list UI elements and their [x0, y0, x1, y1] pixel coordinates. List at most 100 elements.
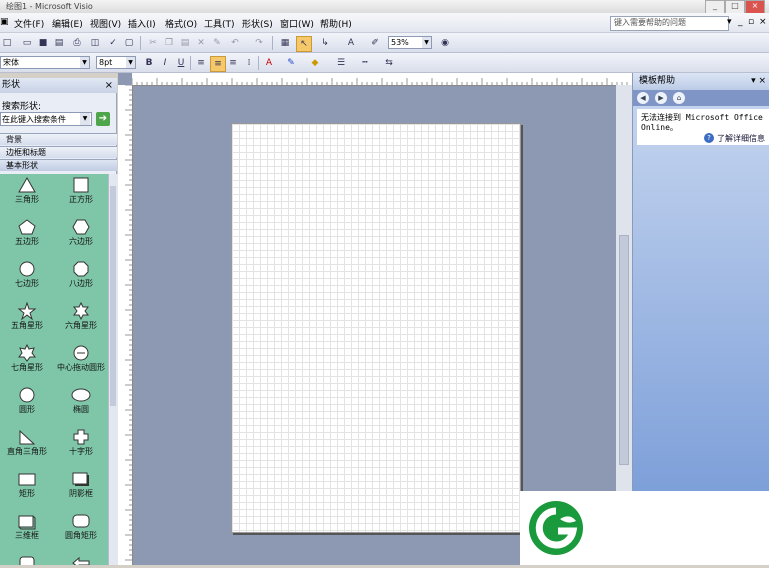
- help-dropdown-icon[interactable]: ▾: [727, 17, 732, 27]
- app-icon[interactable]: ▣: [0, 17, 9, 27]
- shape-five-point-star[interactable]: 五角星形: [0, 300, 54, 340]
- spelling-icon[interactable]: ✓: [106, 36, 120, 50]
- shape-rounded-rectangle[interactable]: 圆角矩形: [54, 510, 108, 550]
- maximize-button[interactable]: □: [725, 0, 745, 14]
- close-button[interactable]: ×: [745, 0, 765, 14]
- stencil-tab-backgrounds[interactable]: 背景: [0, 133, 117, 145]
- learn-more-link[interactable]: 了解详细信息: [717, 133, 765, 144]
- shape-shadow-box[interactable]: 阴影框: [54, 468, 108, 508]
- align-center-icon[interactable]: ≡: [210, 56, 226, 72]
- search-go-button[interactable]: ➔: [96, 112, 110, 126]
- menu-edit[interactable]: 编辑(E): [52, 17, 83, 30]
- connector-tool-icon[interactable]: ↳: [318, 36, 332, 50]
- cut-icon[interactable]: ✂: [146, 36, 160, 50]
- pointer-tool-icon[interactable]: ↖: [296, 36, 312, 52]
- align-left-icon[interactable]: ≡: [194, 56, 208, 70]
- shape-pentagon[interactable]: 五边形: [0, 216, 54, 256]
- menu-shape[interactable]: 形状(S): [242, 17, 273, 30]
- shape-rectangle[interactable]: 矩形: [0, 468, 54, 508]
- line-weight-icon[interactable]: ☰: [334, 56, 348, 70]
- line-pattern-icon[interactable]: ┅: [358, 56, 372, 70]
- font-size-select[interactable]: 8pt ▼: [96, 56, 136, 69]
- menu-tools[interactable]: 工具(T): [204, 17, 235, 30]
- shape-label: 三维框: [15, 531, 39, 540]
- doc-close-button[interactable]: ×: [759, 17, 767, 27]
- scroll-thumb[interactable]: [110, 186, 116, 406]
- delete-icon[interactable]: ✕: [194, 36, 208, 50]
- shape-label: 三角形: [15, 195, 39, 204]
- line-ends-icon[interactable]: ⇆: [382, 56, 396, 70]
- shape-label: 圆形: [19, 405, 35, 414]
- shape-center-drag-circle[interactable]: 中心拖动圆形: [54, 342, 108, 382]
- back-icon[interactable]: ◀: [637, 92, 649, 104]
- chevron-down-icon[interactable]: ▼: [126, 57, 135, 68]
- shapes-window-icon[interactable]: ▦: [278, 36, 292, 50]
- shape-heptagon[interactable]: 七边形: [0, 258, 54, 298]
- doc-minimize-button[interactable]: _: [738, 17, 743, 27]
- shape-right-triangle[interactable]: 直角三角形: [0, 426, 54, 466]
- shape-square[interactable]: 正方形: [54, 174, 108, 214]
- shape-triangle[interactable]: 三角形: [0, 174, 54, 214]
- chevron-down-icon[interactable]: ▼: [80, 113, 90, 125]
- drawing-page[interactable]: [231, 123, 521, 533]
- shape-partial-next[interactable]: [54, 552, 108, 565]
- close-icon[interactable]: ×: [105, 78, 113, 93]
- justify-icon[interactable]: ⁞: [242, 56, 256, 70]
- shape-label: 六边形: [69, 237, 93, 246]
- new-icon[interactable]: □: [0, 36, 14, 50]
- format-painter-icon[interactable]: ✎: [210, 36, 224, 50]
- menu-window[interactable]: 窗口(W): [280, 17, 314, 30]
- align-right-icon[interactable]: ≡: [226, 56, 240, 70]
- rectangle-icon: [18, 473, 36, 486]
- stencil-tab-basic-shapes[interactable]: 基本形状: [0, 159, 117, 171]
- shape-six-point-star[interactable]: 六角星形: [54, 300, 108, 340]
- font-select[interactable]: 宋体 ▼: [0, 56, 90, 69]
- zoom-select[interactable]: 53% ▼: [388, 36, 432, 49]
- shape-seven-point-star[interactable]: 七角星形: [0, 342, 54, 382]
- help-question-input[interactable]: 键入需要帮助的问题: [610, 16, 729, 31]
- underline-button[interactable]: U: [174, 56, 188, 70]
- help-icon[interactable]: ◉: [438, 36, 452, 50]
- open-icon[interactable]: ▭: [20, 36, 34, 50]
- redo-icon[interactable]: ↷: [252, 36, 266, 50]
- bold-button[interactable]: B: [142, 56, 156, 70]
- copy-icon[interactable]: ❐: [162, 36, 176, 50]
- font-color-icon[interactable]: A: [262, 56, 276, 70]
- permission-icon[interactable]: ▤: [52, 36, 66, 50]
- print-preview-icon[interactable]: ◫: [88, 36, 102, 50]
- shape-hexagon[interactable]: 六边形: [54, 216, 108, 256]
- menu-insert[interactable]: 插入(I): [128, 17, 156, 30]
- stencil-scrollbar[interactable]: [108, 174, 118, 565]
- shape-cross[interactable]: 十字形: [54, 426, 108, 466]
- shape-partial-next[interactable]: [0, 552, 54, 565]
- stencil-tab-borders-titles[interactable]: 边框和标题: [0, 146, 117, 158]
- undo-icon[interactable]: ↶: [228, 36, 242, 50]
- paste-icon[interactable]: ▤: [178, 36, 192, 50]
- fill-color-icon[interactable]: ◆: [308, 56, 322, 70]
- research-icon[interactable]: ▢: [122, 36, 136, 50]
- forward-icon[interactable]: ▶: [655, 92, 667, 104]
- home-icon[interactable]: ⌂: [673, 92, 685, 104]
- shape-3d-box[interactable]: 三维框: [0, 510, 54, 550]
- shape-circle[interactable]: 圆形: [0, 384, 54, 424]
- menu-view[interactable]: 视图(V): [90, 17, 121, 30]
- scroll-thumb[interactable]: [619, 235, 629, 465]
- shape-octagon[interactable]: 八边形: [54, 258, 108, 298]
- close-icon[interactable]: ▾ ×: [751, 73, 766, 90]
- text-tool-icon[interactable]: A: [344, 36, 358, 50]
- italic-button[interactable]: I: [158, 56, 172, 70]
- menu-format[interactable]: 格式(O): [165, 17, 197, 30]
- doc-restore-button[interactable]: ▫: [748, 17, 754, 27]
- drawing-tools-icon[interactable]: ✐: [368, 36, 382, 50]
- save-icon[interactable]: ■: [36, 36, 50, 50]
- print-icon[interactable]: ⎙: [70, 36, 84, 50]
- chevron-down-icon[interactable]: ▼: [422, 37, 431, 48]
- menu-help[interactable]: 帮助(H): [320, 17, 352, 30]
- minimize-button[interactable]: _: [705, 0, 725, 14]
- menu-file[interactable]: 文件(F): [14, 17, 44, 30]
- shapes-panel-header: 形状 ×: [0, 78, 117, 93]
- chevron-down-icon[interactable]: ▼: [80, 57, 89, 68]
- shape-ellipse[interactable]: 椭圆: [54, 384, 108, 424]
- search-input[interactable]: 在此键入搜索条件: [0, 112, 92, 126]
- line-color-icon[interactable]: ✎: [284, 56, 298, 70]
